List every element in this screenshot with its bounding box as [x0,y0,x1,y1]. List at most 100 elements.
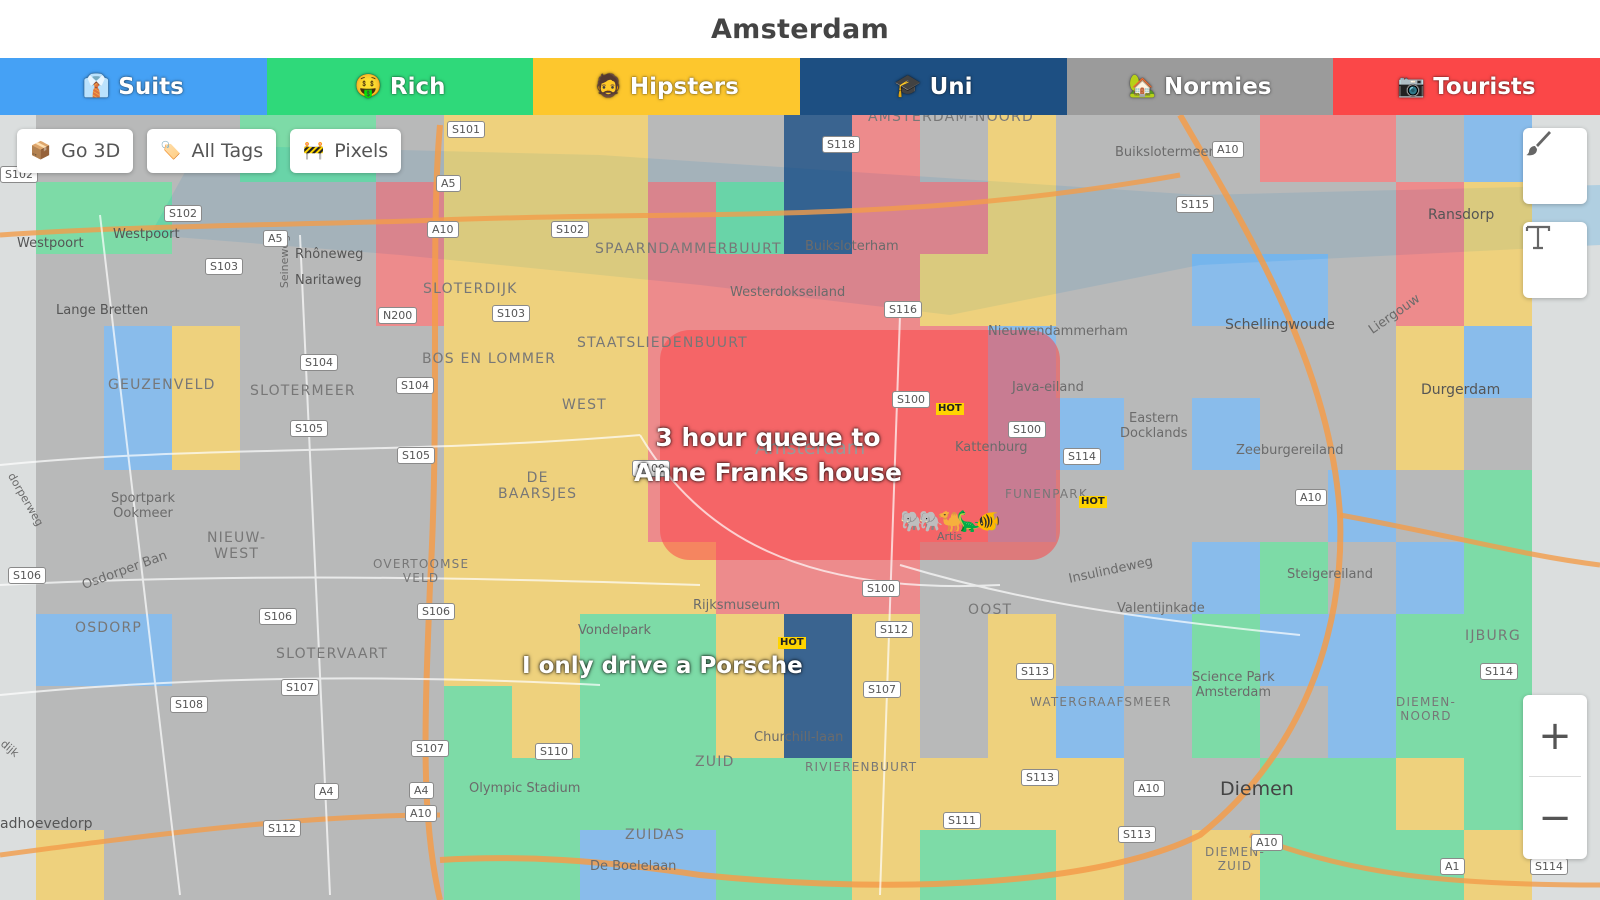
heat-cell [1464,470,1532,542]
heatmap-grid [36,115,1532,900]
heat-cell [1328,182,1396,254]
box-icon: 📦 [30,141,52,161]
heat-cell [784,830,852,900]
map-label: Kattenburg [955,440,1028,455]
road-shield: S107 [281,679,319,696]
road-shield: A10 [1251,834,1283,851]
map-canvas[interactable] [0,115,1600,900]
road-shield: A4 [314,783,339,800]
user-tag[interactable]: 3 hour queue to Anne Franks house [618,420,918,490]
road-shield: S103 [205,258,243,275]
heat-cell [36,470,104,542]
heat-cell [240,830,308,900]
road-shield: S104 [396,377,434,394]
heat-cell [104,398,172,470]
heat-cell [920,686,988,758]
heat-cell [172,398,240,470]
heat-cell [1056,758,1124,830]
tab-hipsters[interactable]: 🧔 Hipsters [533,58,801,115]
text-tool-button[interactable] [1523,222,1587,298]
heat-cell [1260,254,1328,326]
go-3d-button[interactable]: 📦 Go 3D [17,129,134,173]
heat-cell [1464,115,1532,182]
map-view[interactable]: AMSTERDAM-NOORD Buikslotermeer Ransdorp … [0,115,1600,900]
road-shield: S107 [863,681,901,698]
map-label: Valentijnkade [1117,601,1205,616]
hot-marker[interactable]: HOT [936,403,964,415]
map-label: STAATSLIEDENBUURT [577,335,748,351]
tab-normies[interactable]: 🏡 Normies [1066,58,1334,115]
user-tag[interactable]: I only drive a Porsche [522,653,803,679]
pixels-button[interactable]: 🚧 Pixels [290,129,402,173]
heat-cell [580,542,648,614]
heat-cell [1260,115,1328,182]
road-shield: S114 [1480,663,1518,680]
camera-icon: 📷 [1397,74,1426,99]
road-shield: S105 [397,447,435,464]
road-shield: S100 [892,391,930,408]
map-label: Olympic Stadium [469,781,581,796]
heat-cell [716,686,784,758]
map-label: RIVIERENBUURT [805,760,918,774]
heat-cell [444,398,512,470]
heat-cell [444,830,512,900]
heat-cell [1124,182,1192,254]
map-label: ZUIDAS [625,827,686,843]
heat-cell [920,830,988,900]
heat-cell [512,542,580,614]
heat-cell [920,182,988,254]
heat-cell [648,254,716,326]
map-label: DIEMEN- NOORD [1396,695,1457,723]
map-label: Java-eiland [1012,380,1084,395]
map-label: Churchill-laan [754,730,844,745]
zoom-in-button[interactable]: + [1523,695,1587,776]
hot-marker[interactable]: HOT [1079,496,1107,508]
heat-cell [1328,758,1396,830]
tab-rich[interactable]: 🤑 Rich [266,58,534,115]
heat-cell [308,686,376,758]
tab-label: Suits [118,73,184,100]
heat-cell [580,115,648,182]
map-label: Buikslotermeer [1115,145,1214,160]
heat-cell [36,326,104,398]
map-label: FUNENPARK [1005,487,1088,501]
heat-cell [104,182,172,254]
heat-cell [1192,398,1260,470]
map-label: ZUID [695,754,735,770]
map-label: IJBURG [1465,628,1521,644]
road-shield: S108 [170,696,208,713]
hot-marker[interactable]: HOT [778,637,806,649]
heat-cell [716,115,784,182]
necktie-icon: 👔 [82,74,111,99]
heat-cell [1464,758,1532,830]
heat-cell [512,115,580,182]
road-shield: A1 [1440,858,1465,875]
tab-tourists[interactable]: 📷 Tourists [1333,58,1600,115]
bearded-face-icon: 🧔 [594,74,622,99]
map-label: Sportpark Ookmeer [111,491,175,521]
road-shield: S115 [1176,196,1214,213]
road-shield: S104 [300,354,338,371]
road-shield: S105 [290,420,328,437]
map-label: Zeeburgereiland [1236,443,1344,458]
paint-brush-button[interactable] [1523,128,1587,204]
zoom-control: + − [1523,695,1587,859]
map-toolbar: 📦 Go 3D 🏷️ All Tags 🚧 Pixels [17,129,402,173]
heat-cell [1396,614,1464,686]
zoom-out-button[interactable]: − [1523,777,1587,858]
road-shield: A10 [1133,780,1165,797]
map-label: Westpoort [17,236,84,251]
heat-cell [1056,614,1124,686]
map-label: OVERTOOMSE VELD [373,557,470,585]
heat-cell [1328,115,1396,182]
map-label: OSDORP [75,620,143,636]
heat-cell [920,614,988,686]
tab-uni[interactable]: 🎓 Uni [800,58,1067,115]
tab-suits[interactable]: 👔 Suits [0,58,267,115]
road-shield: A5 [263,230,288,247]
zoo-animals-icon[interactable]: 🐘🐘🐪🦕🐠 [900,509,1000,533]
heat-cell [1396,115,1464,182]
label-icon: 🏷️ [160,141,182,161]
button-label: Go 3D [61,140,121,162]
all-tags-button[interactable]: 🏷️ All Tags [147,129,277,173]
